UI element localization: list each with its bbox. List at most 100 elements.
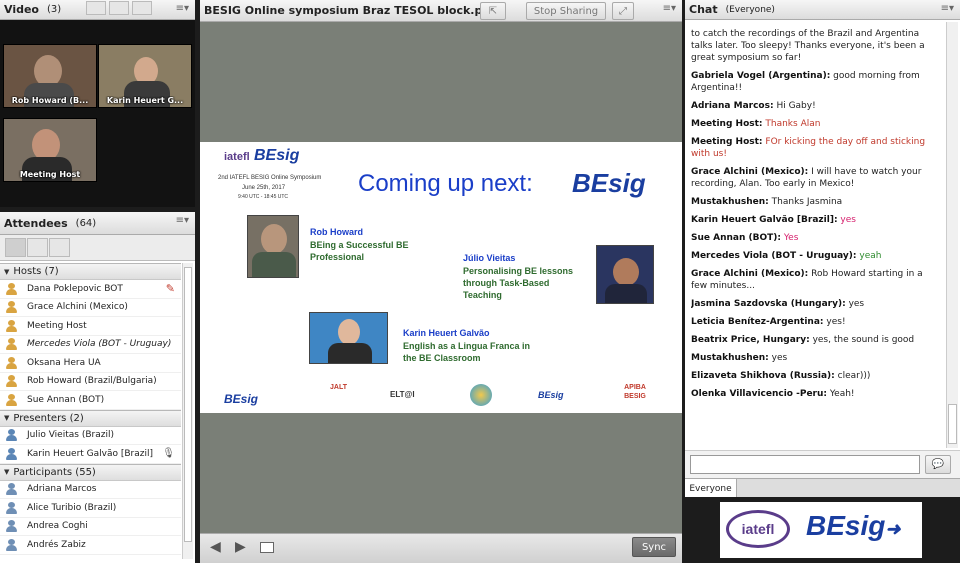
video-pod-header: Video (3) ≡▾ — [0, 0, 195, 20]
presenter-icon — [6, 429, 17, 442]
attendee-scrollbar[interactable] — [182, 263, 193, 559]
video-tile-name: Karin Heuert G... — [106, 96, 184, 105]
attendee-row[interactable]: Alice Turibio (Brazil) — [0, 499, 181, 518]
speaker-photo — [247, 215, 299, 278]
speaker-topic: BEing a Successful BE Professional — [310, 240, 409, 262]
attendee-name: Adriana Marcos — [27, 484, 97, 495]
chat-sender: Meeting Host: — [691, 119, 763, 129]
attendee-row[interactable]: Andrea Coghi — [0, 518, 181, 536]
next-slide-icon[interactable]: ▶ — [235, 539, 246, 555]
attendee-name: Mercedes Viola (BOT - Uruguay) — [27, 339, 172, 350]
stop-sharing-label: Stop Sharing — [533, 5, 599, 17]
participant-icon — [6, 520, 17, 533]
host-icon — [6, 338, 17, 351]
share-pod-header: BESIG Online symposium Braz TESOL block.… — [200, 0, 682, 22]
attendee-row[interactable]: Dana Poklepovic BOT ✎ — [0, 280, 181, 299]
sync-button[interactable]: Sync — [632, 537, 676, 557]
fullscreen-icon[interactable]: ⤢ — [612, 2, 634, 20]
attendee-row[interactable]: Grace Alchini (Mexico) — [0, 299, 181, 317]
participant-icon — [6, 538, 17, 551]
attendee-view-toolbar — [0, 235, 195, 261]
share-title: BESIG Online symposium Braz TESOL block.… — [204, 4, 503, 17]
besig-logo: BEsig➜ — [806, 510, 901, 541]
attendee-row[interactable]: Mercedes Viola (BOT - Uruguay) — [0, 336, 181, 354]
host-icon — [6, 301, 17, 314]
pod-menu-icon[interactable]: ≡▾ — [176, 215, 189, 226]
attendee-name: Dana Poklepovic BOT — [27, 283, 123, 294]
attendee-row[interactable]: Andrés Zabiz — [0, 536, 181, 555]
participant-icon — [6, 501, 17, 514]
chat-message-input[interactable] — [690, 455, 920, 474]
chat-scrollbar[interactable] — [946, 22, 958, 448]
chat-text: clear))) — [837, 371, 871, 381]
video-tile-name: Rob Howard (B... — [11, 96, 89, 105]
pod-menu-icon[interactable]: ≡▾ — [663, 3, 676, 14]
attendee-row[interactable]: Karin Heuert Galvão [Brazil] 🎙 — [0, 445, 181, 464]
pod-menu-icon[interactable]: ≡▾ — [176, 3, 189, 14]
chat-message: Gabriela Vogel (Argentina): good morning… — [691, 70, 941, 94]
chat-pod: Chat (Everyone) ≡▾ to catch the recordin… — [685, 0, 960, 497]
share-toolbar: ◀ ▶ Sync — [200, 533, 682, 563]
host-icon — [6, 282, 17, 295]
globe-logo-icon — [470, 384, 492, 406]
attendee-row[interactable]: Adriana Marcos — [0, 481, 181, 499]
hosts-section-header[interactable]: ▼ Hosts (7) — [0, 263, 181, 280]
chat-message: Jasmina Sazdovska (Hungary): yes — [691, 298, 941, 310]
collapse-icon: ▼ — [4, 468, 10, 476]
attendees-title: Attendees — [4, 216, 68, 230]
speaker-topic: Personalising BE lessons through Task-Bas… — [463, 266, 574, 300]
sponsor-logo-panel: iatefl BEsig➜ — [720, 502, 922, 558]
host-icon — [6, 375, 17, 388]
previous-slide-icon[interactable]: ◀ — [210, 539, 221, 555]
video-tile[interactable]: Karin Heuert G... — [98, 44, 192, 108]
attendee-row[interactable]: Rob Howard (Brazil/Bulgaria) — [0, 373, 181, 391]
attendee-name: Julio Vieitas (Brazil) — [27, 430, 114, 441]
chat-message: Olenka Villavicencio -Peru: Yeah! — [691, 388, 941, 400]
chat-sender: Mustakhushen: — [691, 197, 769, 207]
chat-text: yes — [840, 215, 856, 225]
attendee-row[interactable]: Meeting Host — [0, 317, 181, 336]
chat-message: Karin Heuert Galvão [Brazil]: yes — [691, 214, 941, 226]
send-message-button[interactable]: 💬 — [925, 455, 951, 474]
participants-label: Participants (55) — [13, 466, 96, 478]
speaker-name: Rob Howard — [310, 227, 363, 237]
presenter-notes-icon[interactable] — [260, 542, 274, 553]
chat-tabs: Everyone — [685, 478, 960, 497]
chat-text: yes — [848, 299, 865, 309]
attendee-name: Andrea Coghi — [27, 521, 88, 532]
chat-tab-everyone[interactable]: Everyone — [685, 479, 737, 497]
chat-title: Chat — [689, 3, 718, 16]
attendees-pod-header: Attendees (64) ≡▾ — [0, 212, 195, 235]
list-view-icon[interactable] — [109, 1, 130, 15]
collapse-icon: ▼ — [4, 414, 10, 422]
chat-sender: Jasmina Sazdovska (Hungary): — [691, 299, 846, 309]
grid-view-icon[interactable] — [86, 1, 107, 15]
speaker-topic: English as a Lingua Franca in the BE Clas… — [403, 341, 531, 363]
share-sync-icon[interactable]: ⇱ — [480, 2, 506, 20]
attendee-row[interactable]: Julio Vieitas (Brazil) — [0, 427, 181, 445]
presenters-section-header[interactable]: ▼ Presenters (2) — [0, 409, 181, 427]
fullscreen-icon[interactable] — [132, 1, 153, 15]
video-tile-name: Meeting Host — [19, 170, 81, 179]
chat-sender: Leticia Benítez-Argentina: — [691, 317, 824, 327]
sponsor-logo: JALT — [330, 384, 347, 391]
sponsor-logo: ELT@I — [390, 390, 415, 399]
list-view-icon[interactable] — [5, 238, 26, 257]
pod-menu-icon[interactable]: ≡▾ — [941, 3, 954, 14]
chat-message: Grace Alchini (Mexico): I will have to w… — [691, 166, 941, 190]
video-tile[interactable]: Meeting Host — [3, 118, 97, 182]
chat-sender: Mercedes Viola (BOT - Uruguay): — [691, 251, 857, 261]
chat-sender: Karin Heuert Galvão [Brazil]: — [691, 215, 838, 225]
chat-sender: Grace Alchini (Mexico): — [691, 167, 809, 177]
breakout-icon[interactable] — [27, 238, 48, 257]
presenters-label: Presenters (2) — [13, 412, 84, 424]
video-tile[interactable]: Rob Howard (B... — [3, 44, 97, 108]
participants-section-header[interactable]: ▼ Participants (55) — [0, 463, 181, 481]
chat-messages: to catch the recordings of the Brazil an… — [691, 28, 941, 448]
chat-sender: Sue Annan (BOT): — [691, 233, 781, 243]
attendee-row[interactable]: Sue Annan (BOT) — [0, 391, 181, 410]
attendee-row[interactable]: Oksana Hera UA — [0, 354, 181, 373]
slide-iatefl-logo: iatefl — [224, 151, 250, 163]
stop-sharing-button[interactable]: Stop Sharing — [526, 2, 606, 20]
roles-icon[interactable] — [49, 238, 70, 257]
